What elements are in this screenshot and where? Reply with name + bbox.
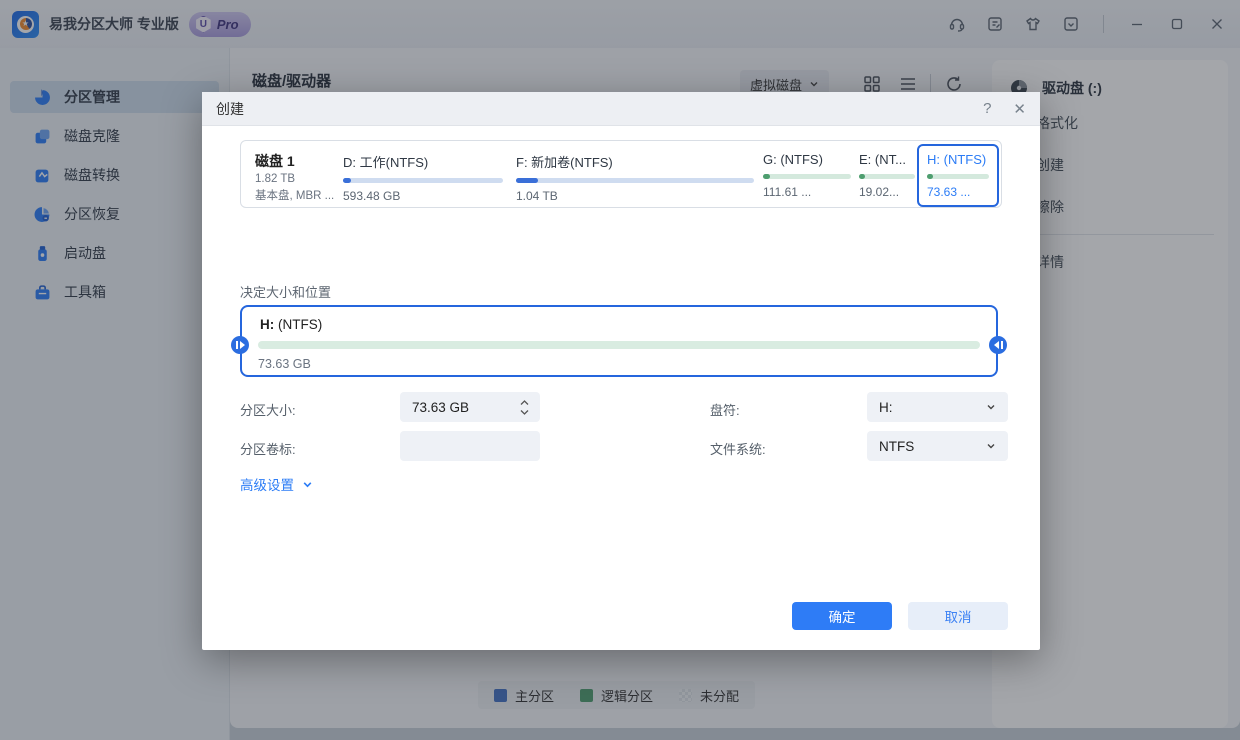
file-system-label: 文件系统:	[710, 439, 766, 458]
disk-name: 磁盘 1	[255, 151, 335, 171]
partition-usage-bar	[927, 174, 989, 179]
slider-track[interactable]	[258, 341, 980, 349]
volume-label-input[interactable]	[400, 431, 540, 461]
disk-info: 磁盘 1 1.82 TB 基本盘, MBR ...	[255, 151, 335, 203]
dialog-help-icon[interactable]: ?	[983, 100, 991, 117]
partition-size: 1.04 TB	[516, 189, 754, 203]
ok-button[interactable]: 确定	[792, 602, 892, 630]
slider-drive-letter: H:	[260, 317, 274, 332]
partition-size: 593.48 GB	[343, 189, 503, 203]
partition-usage-bar	[763, 174, 851, 179]
partition-label: G: (NTFS)	[763, 152, 851, 167]
advanced-settings-link[interactable]: 高级设置	[240, 474, 313, 494]
partition-label: D: 工作(NTFS)	[343, 152, 503, 171]
partition-cell-e[interactable]: E: (NT... 19.02...	[859, 152, 915, 199]
slider-filesystem: (NTFS)	[278, 317, 322, 332]
partition-size: 73.63 ...	[927, 185, 989, 199]
dialog-title: 创建	[216, 99, 244, 119]
slider-partition-label: H: (NTFS)	[260, 317, 322, 332]
disk-size: 1.82 TB	[255, 173, 335, 185]
partition-cell-h-selected[interactable]: H: (NTFS) 73.63 ...	[917, 144, 999, 207]
dialog-header: 创建 ? ✕	[202, 92, 1040, 126]
partition-cell-d[interactable]: D: 工作(NTFS) 593.48 GB	[343, 152, 503, 203]
dialog-close-icon[interactable]: ✕	[1013, 100, 1026, 118]
drive-letter-label: 盘符:	[710, 400, 740, 419]
app-window: ★ 易我分区大师 专业版 U Pro	[0, 0, 1240, 740]
cancel-button[interactable]: 取消	[908, 602, 1008, 630]
partition-size: 111.61 ...	[763, 185, 851, 199]
partition-size-label: 分区大小:	[240, 400, 296, 419]
partition-usage-bar	[859, 174, 915, 179]
file-system-value: NTFS	[879, 439, 914, 454]
chevron-down-icon	[302, 479, 313, 490]
partition-label: H: (NTFS)	[927, 152, 989, 167]
partition-size-slider: H: (NTFS) 73.63 GB	[240, 305, 998, 377]
chevron-down-icon	[986, 441, 996, 451]
partition-label: E: (NT...	[859, 152, 915, 167]
chevron-down-icon	[986, 402, 996, 412]
partition-cell-g[interactable]: G: (NTFS) 111.61 ...	[763, 152, 851, 199]
partition-cell-f[interactable]: F: 新加卷(NTFS) 1.04 TB	[516, 152, 754, 203]
disk-strip: 磁盘 1 1.82 TB 基本盘, MBR ... D: 工作(NTFS) 59…	[240, 140, 1002, 208]
partition-size: 19.02...	[859, 185, 915, 199]
size-position-label: 决定大小和位置	[240, 282, 331, 301]
partition-usage-bar	[516, 178, 754, 183]
advanced-settings-label: 高级设置	[240, 474, 294, 494]
partition-usage-bar	[343, 178, 503, 183]
slider-handle-left[interactable]	[231, 336, 249, 354]
slider-size-value: 73.63 GB	[258, 357, 311, 371]
create-partition-dialog: 创建 ? ✕ 磁盘 1 1.82 TB 基本盘, MBR ... D: 工作(N…	[202, 92, 1040, 650]
spinner-up-icon[interactable]	[520, 400, 529, 406]
partition-label: F: 新加卷(NTFS)	[516, 152, 754, 171]
size-spinner	[518, 392, 530, 422]
disk-type: 基本盘, MBR ...	[255, 187, 335, 203]
slider-handle-right[interactable]	[989, 336, 1007, 354]
drive-letter-value: H:	[879, 400, 893, 415]
spinner-down-icon[interactable]	[520, 409, 529, 415]
volume-label-label: 分区卷标:	[240, 439, 296, 458]
drive-letter-select[interactable]: H:	[867, 392, 1008, 422]
file-system-select[interactable]: NTFS	[867, 431, 1008, 461]
